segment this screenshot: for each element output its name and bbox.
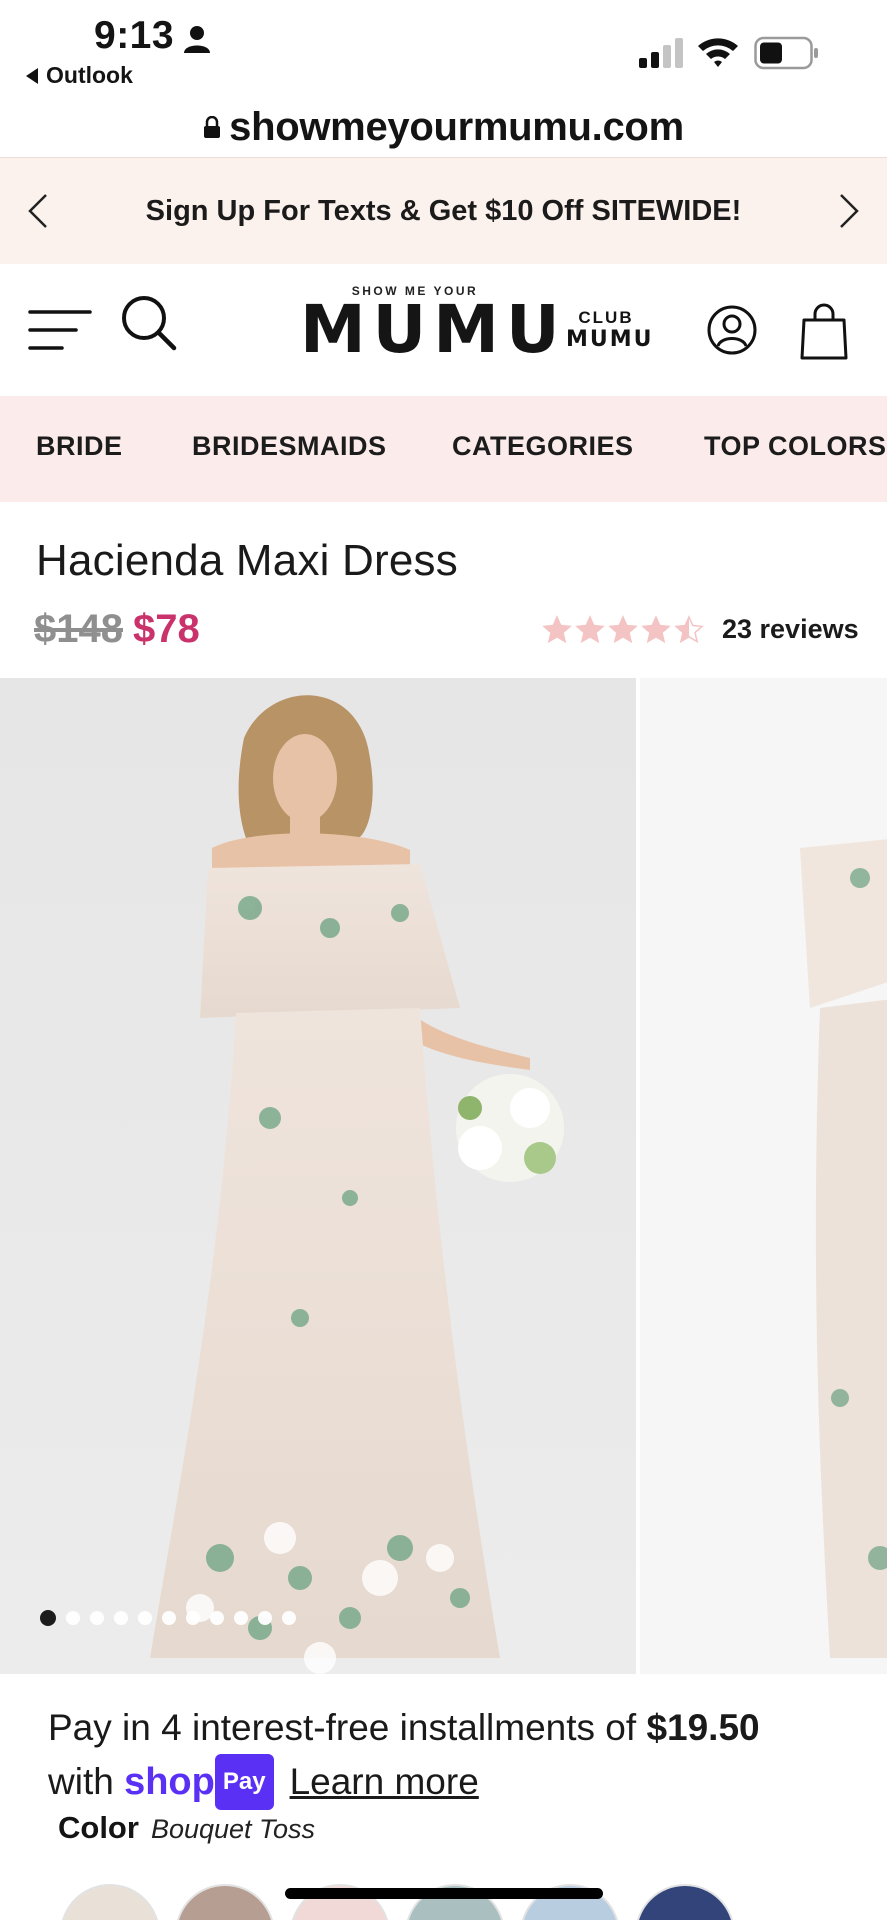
wifi-icon <box>698 38 738 67</box>
star-icon <box>542 614 572 643</box>
star-icon <box>674 614 704 643</box>
product-image-gallery[interactable] <box>0 678 887 1674</box>
original-price: $148 <box>34 607 123 651</box>
gallery-dot[interactable] <box>282 1611 296 1625</box>
gallery-dot[interactable] <box>114 1611 128 1625</box>
shop-pay-logo-pay: Pay <box>214 1754 274 1810</box>
learn-more-link[interactable]: Learn more <box>290 1761 479 1802</box>
star-icon <box>575 614 605 643</box>
gallery-dot[interactable] <box>138 1611 152 1625</box>
color-swatch[interactable] <box>175 1884 275 1920</box>
installments-with: with <box>48 1761 125 1802</box>
club-mumu-label: MUMU <box>566 327 654 352</box>
gallery-dot[interactable] <box>234 1611 248 1625</box>
gallery-dot[interactable] <box>258 1611 272 1625</box>
status-bar: 9:13 Outlook <box>0 0 887 98</box>
installment-amount: $19.50 <box>646 1707 760 1748</box>
nav-item-top-colors[interactable]: TOP COLORS <box>704 431 887 462</box>
back-to-app-link[interactable]: Outlook <box>26 62 133 89</box>
address-bar[interactable]: showmeyourmumu.com <box>0 96 887 158</box>
gallery-dot[interactable] <box>162 1611 176 1625</box>
club-mumu-link[interactable]: CLUB MUMU <box>566 308 654 352</box>
hamburger-menu-icon[interactable] <box>28 304 92 354</box>
shop-pay-installments: Pay in 4 interest-free installments of $… <box>48 1702 868 1810</box>
gallery-dot[interactable] <box>40 1610 56 1626</box>
gallery-dot[interactable] <box>210 1611 224 1625</box>
star-icon <box>608 614 638 643</box>
person-icon <box>184 26 210 53</box>
gallery-pagination[interactable] <box>40 1610 296 1626</box>
shopping-bag-icon[interactable] <box>800 302 848 360</box>
rating-summary[interactable]: 23 reviews <box>542 614 859 645</box>
url-text: showmeyourmumu.com <box>229 104 684 149</box>
selected-color-name: Bouquet Toss <box>150 1814 316 1844</box>
club-label: CLUB <box>578 308 634 327</box>
back-triangle-icon <box>26 67 38 84</box>
promo-text[interactable]: Sign Up For Texts & Get $10 Off SITEWIDE… <box>146 195 742 228</box>
logo-wordmark: MUMU <box>300 291 567 368</box>
color-label: Color <box>58 1810 139 1845</box>
cellular-signal-icon <box>639 38 683 68</box>
search-icon[interactable] <box>120 294 178 352</box>
home-indicator[interactable] <box>285 1888 603 1899</box>
status-time: 9:13 <box>94 14 175 57</box>
promo-banner[interactable]: Sign Up For Texts & Get $10 Off SITEWIDE… <box>0 157 887 264</box>
lock-icon <box>204 116 221 138</box>
category-nav: BRIDE BRIDESMAIDS CATEGORIES TOP COLORS <box>0 396 887 502</box>
nav-item-bridesmaids[interactable]: BRIDESMAIDS <box>192 431 387 462</box>
site-logo[interactable]: SHOW ME YOUR MUMU <box>300 284 567 368</box>
product-image-next[interactable] <box>640 678 887 1674</box>
gallery-dot[interactable] <box>66 1611 80 1625</box>
color-swatch[interactable] <box>60 1884 160 1920</box>
price-row: $148 $78 <box>34 607 200 652</box>
color-selector-label: Color Bouquet Toss <box>58 1810 315 1846</box>
star-rating <box>542 614 704 645</box>
product-image-main[interactable] <box>0 678 636 1674</box>
installments-text: Pay in 4 interest-free installments of <box>48 1707 647 1748</box>
color-swatch[interactable] <box>635 1884 735 1920</box>
gallery-dot[interactable] <box>186 1611 200 1625</box>
nav-item-categories[interactable]: CATEGORIES <box>452 431 634 462</box>
gallery-dot[interactable] <box>90 1611 104 1625</box>
battery-icon <box>754 36 818 70</box>
reviews-link[interactable]: 23 reviews <box>722 614 859 645</box>
back-app-label: Outlook <box>46 62 133 88</box>
nav-item-bride[interactable]: BRIDE <box>36 431 123 462</box>
chevron-left-icon[interactable] <box>18 189 62 233</box>
sale-price: $78 <box>132 607 200 651</box>
account-icon[interactable] <box>706 304 758 356</box>
star-icon <box>641 614 671 643</box>
site-header: SHOW ME YOUR MUMU CLUB MUMU <box>0 264 887 396</box>
shop-pay-logo-shop: shop <box>124 1761 215 1803</box>
chevron-right-icon[interactable] <box>825 189 869 233</box>
product-title: Hacienda Maxi Dress <box>36 536 458 585</box>
